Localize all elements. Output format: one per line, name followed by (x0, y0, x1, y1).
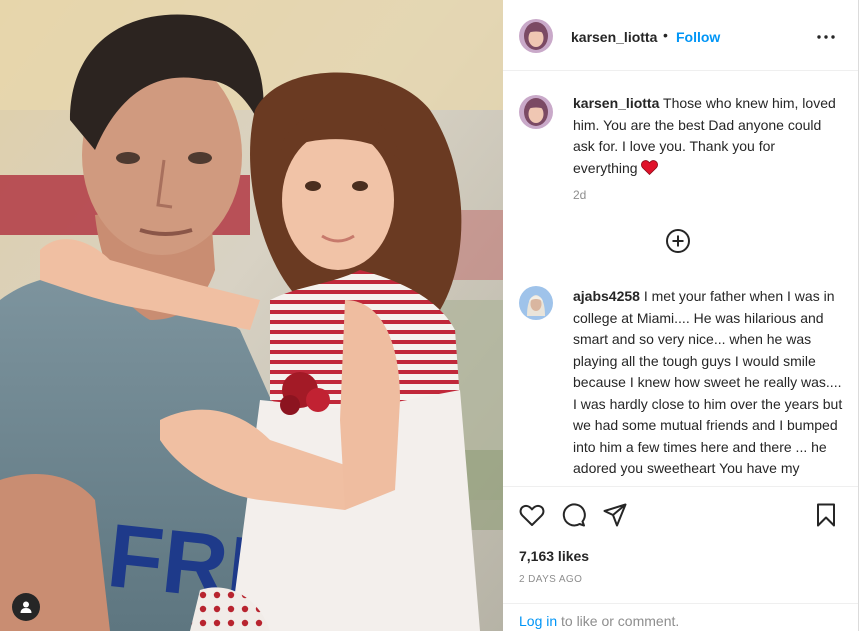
comment-timestamp[interactable]: 2d (573, 188, 586, 202)
comment-item: ajabs4258 I met your father when I was i… (573, 286, 843, 485)
save-button[interactable] (813, 502, 839, 528)
post-date[interactable]: 2 DAYS AGO (519, 574, 582, 585)
post-actions: 7,163 likes 2 DAYS AGO Log in to like or… (503, 486, 858, 632)
comment-button[interactable] (560, 502, 586, 528)
author-username[interactable]: karsen_liotta (571, 29, 657, 45)
author-avatar[interactable] (519, 19, 553, 53)
load-more-comments-button[interactable] (665, 228, 691, 254)
comments-list[interactable]: karsen_liotta Those who knew him, loved … (503, 71, 858, 485)
login-prompt: Log in to like or comment. (503, 603, 858, 633)
comment-text: I met your father when I was in college … (573, 288, 843, 485)
login-link[interactable]: Log in (519, 613, 557, 629)
comment-username[interactable]: ajabs4258 (573, 288, 640, 304)
user-tag-icon (20, 601, 32, 613)
comment-username[interactable]: karsen_liotta (573, 95, 659, 111)
share-icon (603, 503, 627, 527)
comment-icon (562, 503, 586, 527)
heart-icon (519, 504, 545, 526)
bookmark-icon (817, 503, 835, 527)
caption-avatar[interactable] (519, 95, 553, 129)
post-side-panel: karsen_liotta • Follow karsen_liotta Tho… (503, 0, 858, 631)
more-options-button[interactable] (815, 26, 837, 48)
plus-circle-icon (666, 229, 690, 253)
separator-dot: • (663, 27, 668, 43)
red-heart-icon (641, 159, 659, 175)
commenter-avatar[interactable] (519, 286, 553, 320)
post-header: karsen_liotta • Follow (503, 0, 858, 71)
login-prompt-text: to like or comment. (561, 613, 680, 629)
likes-count[interactable]: 7,163 likes (519, 548, 589, 564)
caption-comment: karsen_liotta Those who knew him, loved … (573, 93, 843, 179)
like-button[interactable] (519, 502, 545, 528)
user-tag-button[interactable] (12, 593, 40, 621)
more-horizontal-icon (817, 35, 835, 39)
follow-button[interactable]: Follow (676, 29, 720, 45)
share-button[interactable] (602, 502, 628, 528)
post-photo: FRE (0, 0, 503, 631)
